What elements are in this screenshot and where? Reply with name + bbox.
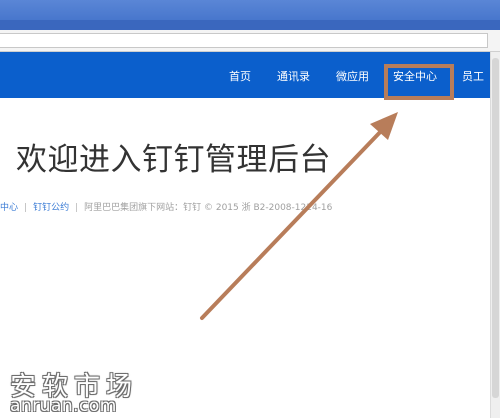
browser-title-bar bbox=[0, 0, 500, 30]
footer-link-center[interactable]: 中心 bbox=[0, 203, 18, 213]
page-footer: 中心 | 钉钉公约 | 阿里巴巴集团旗下网站：钉钉 © 2015 浙 B2-2008-1… bbox=[0, 200, 332, 214]
footer-link-dingtalk-convention[interactable]: 钉钉公约 bbox=[33, 203, 69, 213]
footer-separator: | bbox=[75, 203, 79, 213]
footer-copyright: 阿里巴巴集团旗下网站：钉钉 © 2015 浙 B2-2008-1224-16 bbox=[84, 203, 333, 213]
nav-item-staff[interactable]: 员工 bbox=[462, 68, 484, 84]
screenshot-stage: 首页 通讯录 微应用 安全中心 员工 欢迎进入钉钉管理后台 中心 | 钉钉公约 | 阿里… bbox=[0, 0, 500, 418]
footer-separator: | bbox=[24, 203, 28, 213]
page-title: 欢迎进入钉钉管理后台 bbox=[16, 142, 331, 178]
page-scrollbar[interactable] bbox=[490, 52, 500, 418]
address-input[interactable] bbox=[0, 33, 488, 48]
browser-tab-strip bbox=[0, 20, 500, 30]
browser-address-bar bbox=[0, 30, 500, 52]
nav-item-home[interactable]: 首页 bbox=[229, 68, 251, 84]
nav-item-contacts[interactable]: 通讯录 bbox=[277, 68, 310, 84]
watermark-logo-en: anruan.com bbox=[10, 396, 117, 416]
nav-item-micro-apps[interactable]: 微应用 bbox=[336, 68, 369, 84]
scrollbar-thumb[interactable] bbox=[492, 58, 499, 398]
arrow-head-icon bbox=[370, 112, 398, 140]
annotation-highlight-box bbox=[384, 64, 454, 100]
